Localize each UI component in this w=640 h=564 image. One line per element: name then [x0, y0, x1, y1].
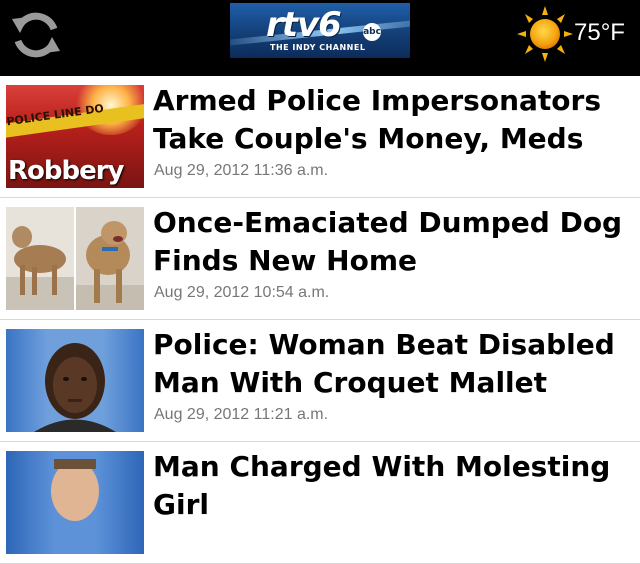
temperature-label: 75°F — [574, 19, 625, 46]
mugshot-photo — [51, 459, 99, 521]
news-timestamp: Aug 29, 2012 11:36 a.m. — [154, 162, 329, 179]
news-item[interactable]: POLICE LINE DO Robbery Armed Police Impe… — [0, 76, 640, 198]
logo-brand-text: rtv6 — [266, 5, 342, 45]
dogs-photo — [6, 207, 144, 310]
news-headline[interactable]: Armed Police Impersonators Take Couple's… — [153, 82, 633, 158]
news-item[interactable]: Once-Emaciated Dumped Dog Finds New Home… — [0, 198, 640, 320]
news-headline[interactable]: Man Charged With Molesting Girl — [153, 448, 633, 524]
news-thumbnail — [6, 207, 144, 310]
news-thumbnail: POLICE LINE DO Robbery — [6, 85, 144, 188]
top-bar: rtv6 abc THE INDY CHANNEL 75°F — [0, 0, 640, 76]
news-list: POLICE LINE DO Robbery Armed Police Impe… — [0, 76, 640, 564]
logo-channel-text: THE INDY CHANNEL — [270, 43, 366, 52]
news-item[interactable]: Police: Woman Beat Disabled Man With Cro… — [0, 320, 640, 442]
news-headline[interactable]: Once-Emaciated Dumped Dog Finds New Home — [153, 204, 633, 280]
news-timestamp: Aug 29, 2012 11:21 a.m. — [154, 406, 329, 423]
news-item[interactable]: Man Charged With Molesting Girl — [0, 442, 640, 564]
abc-network-badge: abc — [363, 23, 381, 41]
news-thumbnail — [6, 329, 144, 432]
refresh-icon — [12, 12, 60, 58]
thumbnail-caption: Robbery — [8, 156, 125, 186]
refresh-button[interactable] — [4, 4, 68, 66]
news-headline[interactable]: Police: Woman Beat Disabled Man With Cro… — [153, 326, 633, 402]
news-thumbnail — [6, 451, 144, 554]
news-timestamp: Aug 29, 2012 10:54 a.m. — [154, 284, 330, 301]
station-logo[interactable]: rtv6 abc THE INDY CHANNEL — [230, 3, 410, 58]
sun-icon — [517, 6, 573, 62]
weather-widget[interactable]: 75°F — [516, 6, 640, 62]
mugshot-photo — [34, 343, 116, 432]
